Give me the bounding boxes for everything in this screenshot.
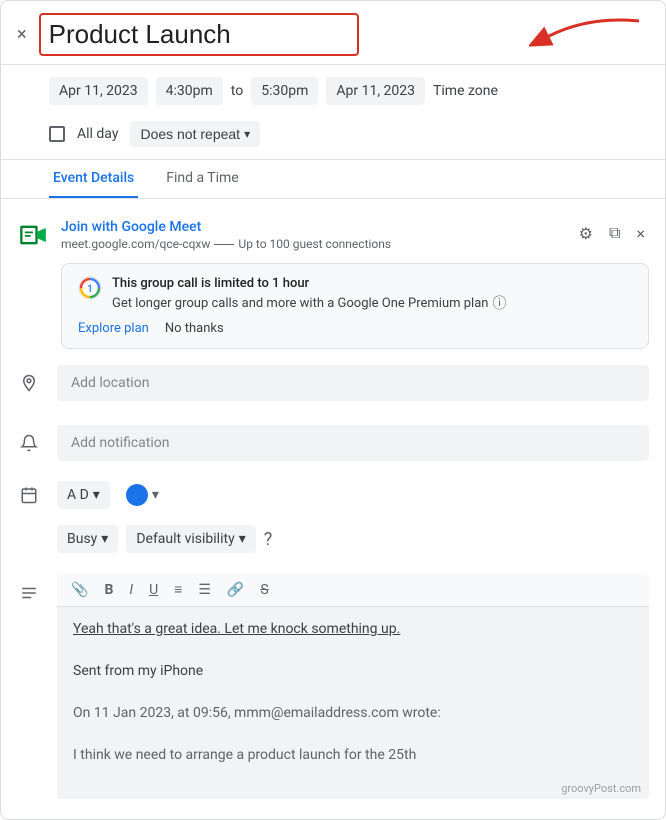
bell-icon bbox=[17, 431, 41, 455]
meet-icon-svg bbox=[19, 221, 47, 249]
header: × bbox=[1, 1, 665, 65]
meet-info-actions: Explore plan No thanks bbox=[78, 321, 632, 336]
end-time-chip[interactable]: 5:30pm bbox=[251, 77, 318, 105]
color-picker-button[interactable]: ▾ bbox=[126, 484, 159, 506]
help-circle-icon: ⓘ bbox=[492, 293, 506, 313]
chevron-down-icon: ▾ bbox=[152, 487, 159, 503]
event-editor: × Apr 11, 2023 4:30pm to 5:30pm Apr 11, … bbox=[0, 0, 666, 820]
underline-button[interactable]: U bbox=[145, 580, 162, 600]
meet-close-icon[interactable]: × bbox=[632, 220, 649, 247]
tabs-row: Event Details Find a Time bbox=[1, 160, 665, 199]
meet-info-box: 1 This group call is limited to 1 hour G… bbox=[61, 263, 649, 349]
desc-line-7: I think we need to arrange a product lau… bbox=[73, 745, 633, 766]
status-row: Busy ▾ Default visibility ▾ ? bbox=[1, 517, 665, 565]
strikethrough-button[interactable]: S bbox=[256, 580, 272, 600]
repeat-dropdown[interactable]: Does not repeat ▾ bbox=[130, 121, 260, 147]
description-icon bbox=[17, 581, 41, 605]
chevron-down-icon: ▾ bbox=[239, 531, 246, 547]
allday-checkbox[interactable] bbox=[49, 126, 65, 142]
meet-actions: ⚙ ⧉ × bbox=[575, 219, 649, 247]
meet-info-desc: Get longer group calls and more with a G… bbox=[112, 293, 632, 313]
calendar-initials: A D bbox=[67, 487, 89, 503]
timezone-link[interactable]: Time zone bbox=[433, 83, 498, 99]
location-icon bbox=[17, 371, 41, 395]
calendar-owner-dropdown[interactable]: A D ▾ bbox=[57, 481, 110, 509]
tab-find-a-time[interactable]: Find a Time bbox=[162, 160, 243, 198]
meet-row: Join with Google Meet meet.google.com/qc… bbox=[1, 211, 665, 259]
to-label: to bbox=[231, 83, 243, 99]
meet-dash bbox=[214, 244, 234, 245]
end-date-chip[interactable]: Apr 11, 2023 bbox=[326, 77, 425, 105]
allday-row: All day Does not repeat ▾ bbox=[1, 117, 665, 159]
location-row: Add location bbox=[1, 353, 665, 413]
content-area: Join with Google Meet meet.google.com/qc… bbox=[1, 199, 665, 819]
color-circle bbox=[126, 484, 148, 506]
explore-plan-link[interactable]: Explore plan bbox=[78, 321, 149, 336]
help-icon[interactable]: ? bbox=[264, 529, 273, 550]
meet-guest-limit: Up to 100 guest connections bbox=[238, 237, 391, 251]
status-dropdown[interactable]: Busy ▾ bbox=[57, 525, 118, 553]
meet-url-row: meet.google.com/qce-cqxw Up to 100 guest… bbox=[61, 237, 563, 251]
desc-line-1: Yeah that's a great idea. Let me knock s… bbox=[73, 619, 633, 640]
visibility-selected: Default visibility bbox=[136, 531, 234, 547]
attach-button[interactable]: 📎 bbox=[67, 580, 92, 600]
start-date-chip[interactable]: Apr 11, 2023 bbox=[49, 77, 148, 105]
meet-join-link[interactable]: Join with Google Meet bbox=[61, 219, 201, 235]
meet-settings-icon[interactable]: ⚙ bbox=[575, 220, 597, 247]
watermark: groovyPost.com bbox=[57, 778, 649, 799]
status-selected: Busy bbox=[67, 531, 97, 547]
meet-info-icon: 1 bbox=[78, 276, 102, 300]
google-meet-icon bbox=[17, 219, 49, 251]
location-field[interactable]: Add location bbox=[57, 365, 649, 401]
svg-text:1: 1 bbox=[87, 284, 93, 295]
bold-button[interactable]: B bbox=[100, 580, 117, 600]
annotation-arrow bbox=[529, 11, 649, 65]
description-row: 📎 B I U ≡ ☰ 🔗 S Yeah that's a great idea… bbox=[1, 565, 665, 807]
date-row: Apr 11, 2023 4:30pm to 5:30pm Apr 11, 20… bbox=[1, 65, 665, 117]
description-toolbar: 📎 B I U ≡ ☰ 🔗 S bbox=[57, 573, 649, 607]
allday-label: All day bbox=[77, 126, 118, 142]
desc-line-5: On 11 Jan 2023, at 09:56, mmm@emailaddre… bbox=[73, 703, 633, 724]
calendar-icon bbox=[17, 483, 41, 507]
meet-info-title: This group call is limited to 1 hour bbox=[112, 276, 632, 291]
event-title-input[interactable] bbox=[39, 13, 359, 56]
chevron-down-icon: ▾ bbox=[244, 127, 250, 141]
meet-copy-icon[interactable]: ⧉ bbox=[605, 219, 624, 247]
no-thanks-button[interactable]: No thanks bbox=[165, 321, 224, 336]
chevron-down-icon: ▾ bbox=[101, 531, 108, 547]
repeat-label: Does not repeat bbox=[140, 126, 240, 142]
link-button[interactable]: 🔗 bbox=[223, 580, 248, 600]
meet-info-text: This group call is limited to 1 hour Get… bbox=[112, 276, 632, 313]
close-button[interactable]: × bbox=[17, 24, 27, 45]
notification-field[interactable]: Add notification bbox=[57, 425, 649, 461]
unordered-list-button[interactable]: ☰ bbox=[194, 580, 215, 600]
meet-info-header: 1 This group call is limited to 1 hour G… bbox=[78, 276, 632, 313]
start-time-chip[interactable]: 4:30pm bbox=[156, 77, 223, 105]
description-editor: 📎 B I U ≡ ☰ 🔗 S Yeah that's a great idea… bbox=[57, 573, 649, 799]
desc-line-3: Sent from my iPhone bbox=[73, 661, 633, 682]
meet-content: Join with Google Meet meet.google.com/qc… bbox=[61, 219, 563, 251]
google-one-icon: 1 bbox=[78, 276, 102, 300]
italic-button[interactable]: I bbox=[125, 580, 137, 600]
tab-event-details[interactable]: Event Details bbox=[49, 160, 138, 198]
yeah-text: Yeah that's a great idea. Let me knock s… bbox=[73, 621, 400, 637]
notification-row: Add notification bbox=[1, 413, 665, 473]
chevron-down-icon: ▾ bbox=[93, 487, 100, 503]
meet-url: meet.google.com/qce-cqxw bbox=[61, 237, 210, 251]
visibility-dropdown[interactable]: Default visibility ▾ bbox=[126, 525, 255, 553]
calendar-row: A D ▾ ▾ bbox=[1, 473, 665, 517]
ordered-list-button[interactable]: ≡ bbox=[170, 579, 186, 600]
description-content[interactable]: Yeah that's a great idea. Let me knock s… bbox=[57, 607, 649, 778]
